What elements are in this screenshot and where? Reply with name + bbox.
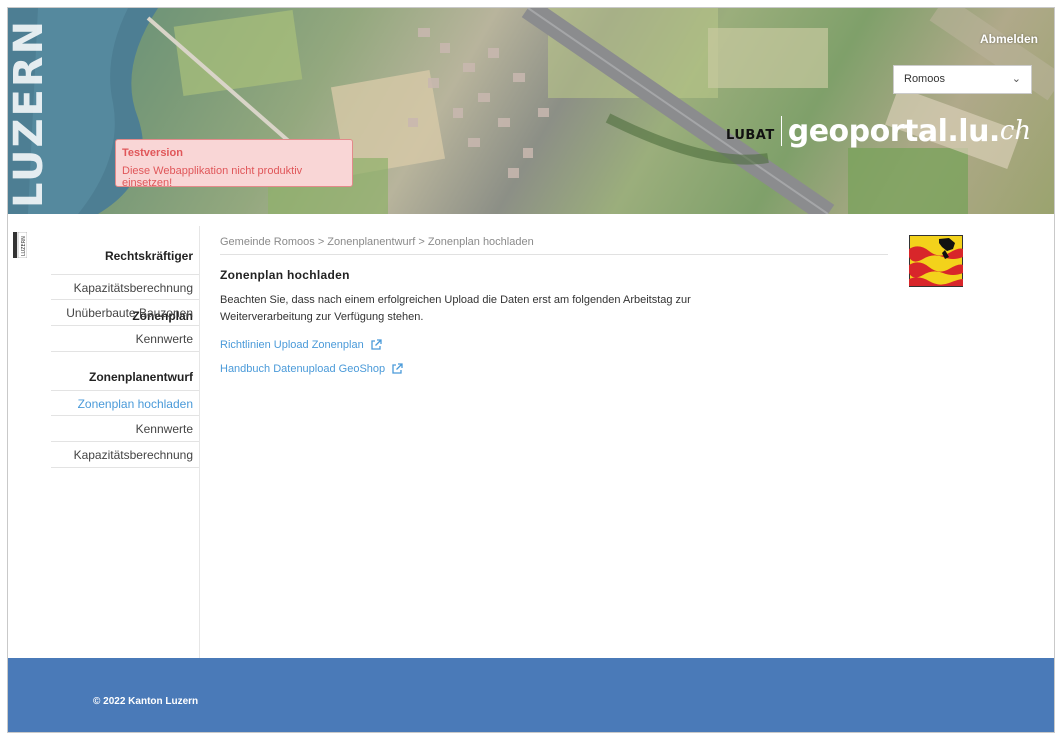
sidebar-heading-rechtskraeftig: Rechtskräftiger Zonenplan <box>104 249 193 323</box>
sidebar-divider <box>199 226 200 658</box>
link-handbuch-geoshop[interactable]: Handbuch Datenupload GeoShop <box>220 363 888 375</box>
svg-text:LUZERN: LUZERN <box>21 236 27 256</box>
sidebar-nav: Rechtskräftiger Zonenplan Kapazitätsbere… <box>51 226 199 468</box>
sidebar-item-entwurf-kapazitaetsberechnung[interactable]: Kapazitätsberechnung <box>51 442 199 468</box>
test-version-alert: Testversion Diese Webapplikation nicht p… <box>115 139 353 189</box>
municipality-select-value: Romoos <box>904 73 945 85</box>
geoportal-brand[interactable]: LUBAT geoportal.lu. ch <box>726 111 1031 151</box>
alert-message: Diese Webapplikation nicht produktiv ein… <box>122 165 303 189</box>
footer: © 2022 Kanton Luzern <box>8 658 1054 732</box>
sidebar-heading-zonenplanentwurf: Zonenplanentwurf <box>89 370 193 384</box>
external-link-icon <box>392 363 403 374</box>
romoos-coat-of-arms-icon <box>909 235 963 287</box>
alert-title: Testversion <box>122 147 183 159</box>
external-link-icon <box>371 339 382 350</box>
footer-copyright: © 2022 Kanton Luzern <box>93 696 199 707</box>
sidebar-item-kapazitaetsberechnung[interactable]: Kapazitätsberechnung <box>51 274 199 300</box>
brand-separator <box>780 116 782 146</box>
svg-text:LUZERN: LUZERN <box>8 19 50 208</box>
lubat-logo: LUBAT <box>726 127 775 143</box>
chevron-down-icon: ⌄ <box>1011 73 1021 85</box>
breadcrumb[interactable]: Gemeinde Romoos > Zonenplanentwurf > Zon… <box>220 226 888 255</box>
luzern-logo: LUZERN <box>8 19 50 208</box>
page-title: Zonenplan hochladen <box>220 268 350 282</box>
municipality-select[interactable]: Romoos ⌄ <box>893 65 1032 94</box>
upload-info-text: Beachten Sie, dass nach einem erfolgreic… <box>220 294 691 323</box>
sidebar-item-kennwerte[interactable]: Kennwerte <box>51 326 199 352</box>
sidebar-item-unueberbaute-bauzonen[interactable]: Unüberbaute Bauzonen <box>51 300 199 326</box>
app-frame: LUZERN Abmelden Romoos ⌄ LUBAT geoportal… <box>7 7 1055 733</box>
header-banner: LUZERN Abmelden Romoos ⌄ LUBAT geoportal… <box>8 8 1054 214</box>
geoportal-logo-suffix: ch <box>999 116 1032 146</box>
link-richtlinien-upload[interactable]: Richtlinien Upload Zonenplan <box>220 339 888 351</box>
link-handbuch-label: Handbuch Datenupload GeoShop <box>220 363 386 375</box>
sidebar-item-entwurf-kennwerte[interactable]: Kennwerte <box>51 416 199 442</box>
link-richtlinien-label: Richtlinien Upload Zonenplan <box>220 339 364 351</box>
kanton-luzern-logo-icon: LUZERN <box>13 232 27 258</box>
geoportal-logo-text: geoportal.lu. <box>787 113 1001 149</box>
logout-link[interactable]: Abmelden <box>980 32 1038 46</box>
main-content: Gemeinde Romoos > Zonenplanentwurf > Zon… <box>220 226 888 375</box>
sidebar-item-zonenplan-hochladen[interactable]: Zonenplan hochladen <box>51 390 199 416</box>
